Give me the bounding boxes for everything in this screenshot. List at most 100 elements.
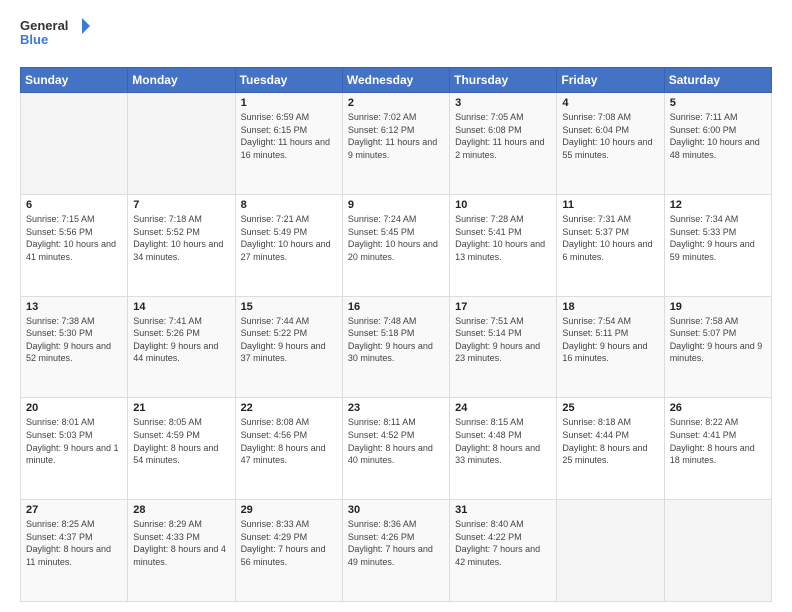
day-number: 24 [455, 402, 551, 414]
day-info: Sunrise: 7:02 AMSunset: 6:12 PMDaylight:… [348, 111, 444, 161]
day-of-week-header: Monday [128, 68, 235, 93]
day-number: 14 [133, 301, 229, 313]
day-number: 29 [241, 504, 337, 516]
calendar-week-row: 20 Sunrise: 8:01 AMSunset: 5:03 PMDayligh… [21, 398, 772, 500]
day-number: 4 [562, 97, 658, 109]
calendar-cell: 16Sunrise: 7:48 AMSunset: 5:18 PMDayligh… [342, 296, 449, 398]
logo: General Blue [20, 16, 90, 57]
calendar-cell: 21 Sunrise: 8:05 AMSunset: 4:59 PMDayligh… [128, 398, 235, 500]
calendar-cell: 25 Sunrise: 8:18 AMSunset: 4:44 PMDayligh… [557, 398, 664, 500]
day-number: 28 [133, 504, 229, 516]
day-info: Sunrise: 8:15 AMSunset: 4:48 PMDaylight:… [455, 416, 551, 466]
day-info: Sunrise: 8:08 AMSunset: 4:56 PMDaylight:… [241, 416, 337, 466]
calendar-cell: 29 Sunrise: 8:33 AMSunset: 4:29 PMDayligh… [235, 500, 342, 602]
calendar-cell: 14 Sunrise: 7:41 AMSunset: 5:26 PMDayligh… [128, 296, 235, 398]
calendar-cell: 7Sunrise: 7:18 AMSunset: 5:52 PMDaylight… [128, 194, 235, 296]
calendar-table: SundayMondayTuesdayWednesdayThursdayFrid… [20, 67, 772, 602]
day-number: 17 [455, 301, 551, 313]
day-of-week-header: Thursday [450, 68, 557, 93]
calendar-cell: 24 Sunrise: 8:15 AMSunset: 4:48 PMDayligh… [450, 398, 557, 500]
calendar-cell: 10Sunrise: 7:28 AMSunset: 5:41 PMDayligh… [450, 194, 557, 296]
calendar-cell: 3Sunrise: 7:05 AMSunset: 6:08 PMDaylight… [450, 93, 557, 195]
calendar-cell: 1 Sunrise: 6:59 AMSunset: 6:15 PMDaylight… [235, 93, 342, 195]
calendar-header-row: SundayMondayTuesdayWednesdayThursdayFrid… [21, 68, 772, 93]
calendar-cell: 13Sunrise: 7:38 AMSunset: 5:30 PMDayligh… [21, 296, 128, 398]
calendar-cell: 4 Sunrise: 7:08 AMSunset: 6:04 PMDaylight… [557, 93, 664, 195]
day-of-week-header: Wednesday [342, 68, 449, 93]
calendar-cell: 30 Sunrise: 8:36 AMSunset: 4:26 PMDayligh… [342, 500, 449, 602]
logo-svg: General Blue [20, 16, 90, 52]
day-info: Sunrise: 8:25 AMSunset: 4:37 PMDaylight:… [26, 518, 122, 568]
day-number: 7 [133, 199, 229, 211]
calendar-cell: 27 Sunrise: 8:25 AMSunset: 4:37 PMDayligh… [21, 500, 128, 602]
day-info: Sunrise: 8:11 AMSunset: 4:52 PMDaylight:… [348, 416, 444, 466]
page: General Blue SundayMondayTuesdayWednesda… [0, 0, 792, 612]
svg-text:General: General [20, 18, 68, 33]
day-info: Sunrise: 8:22 AMSunset: 4:41 PMDaylight:… [670, 416, 766, 466]
calendar-week-row: 6Sunrise: 7:15 AMSunset: 5:56 PMDaylight… [21, 194, 772, 296]
day-number: 3 [455, 97, 551, 109]
calendar-cell: 20 Sunrise: 8:01 AMSunset: 5:03 PMDayligh… [21, 398, 128, 500]
day-number: 8 [241, 199, 337, 211]
day-number: 12 [670, 199, 766, 211]
day-info: Sunrise: 7:44 AMSunset: 5:22 PMDaylight:… [241, 315, 337, 365]
calendar-cell [557, 500, 664, 602]
day-number: 15 [241, 301, 337, 313]
day-of-week-header: Sunday [21, 68, 128, 93]
calendar-cell: 17Sunrise: 7:51 AMSunset: 5:14 PMDayligh… [450, 296, 557, 398]
calendar-cell: 28 Sunrise: 8:29 AMSunset: 4:33 PMDayligh… [128, 500, 235, 602]
day-number: 13 [26, 301, 122, 313]
day-info: Sunrise: 8:05 AMSunset: 4:59 PMDaylight:… [133, 416, 229, 466]
day-number: 18 [562, 301, 658, 313]
day-info: Sunrise: 8:29 AMSunset: 4:33 PMDaylight:… [133, 518, 229, 568]
day-number: 20 [26, 402, 122, 414]
logo-text: General Blue [20, 16, 90, 57]
calendar-week-row: 1 Sunrise: 6:59 AMSunset: 6:15 PMDaylight… [21, 93, 772, 195]
day-number: 31 [455, 504, 551, 516]
day-number: 25 [562, 402, 658, 414]
day-of-week-header: Saturday [664, 68, 771, 93]
day-info: Sunrise: 7:41 AMSunset: 5:26 PMDaylight:… [133, 315, 229, 365]
day-number: 27 [26, 504, 122, 516]
calendar-cell [128, 93, 235, 195]
day-info: Sunrise: 6:59 AMSunset: 6:15 PMDaylight:… [241, 111, 337, 161]
calendar-week-row: 13Sunrise: 7:38 AMSunset: 5:30 PMDayligh… [21, 296, 772, 398]
day-number: 10 [455, 199, 551, 211]
day-info: Sunrise: 7:24 AMSunset: 5:45 PMDaylight:… [348, 213, 444, 263]
day-info: Sunrise: 8:01 AMSunset: 5:03 PMDaylight:… [26, 416, 122, 466]
day-info: Sunrise: 7:34 AMSunset: 5:33 PMDaylight:… [670, 213, 766, 263]
day-number: 2 [348, 97, 444, 109]
day-number: 19 [670, 301, 766, 313]
calendar-cell: 18 Sunrise: 7:54 AMSunset: 5:11 PMDayligh… [557, 296, 664, 398]
day-info: Sunrise: 8:36 AMSunset: 4:26 PMDaylight:… [348, 518, 444, 568]
calendar-cell: 23 Sunrise: 8:11 AMSunset: 4:52 PMDayligh… [342, 398, 449, 500]
day-info: Sunrise: 7:08 AMSunset: 6:04 PMDaylight:… [562, 111, 658, 161]
calendar-cell: 22Sunrise: 8:08 AMSunset: 4:56 PMDayligh… [235, 398, 342, 500]
calendar-cell: 9Sunrise: 7:24 AMSunset: 5:45 PMDaylight… [342, 194, 449, 296]
day-of-week-header: Friday [557, 68, 664, 93]
day-number: 23 [348, 402, 444, 414]
calendar-cell: 8 Sunrise: 7:21 AMSunset: 5:49 PMDaylight… [235, 194, 342, 296]
calendar-cell: 19Sunrise: 7:58 AMSunset: 5:07 PMDayligh… [664, 296, 771, 398]
calendar-cell: 6Sunrise: 7:15 AMSunset: 5:56 PMDaylight… [21, 194, 128, 296]
day-info: Sunrise: 7:54 AMSunset: 5:11 PMDaylight:… [562, 315, 658, 365]
day-number: 1 [241, 97, 337, 109]
calendar-cell: 2 Sunrise: 7:02 AMSunset: 6:12 PMDaylight… [342, 93, 449, 195]
header: General Blue [20, 16, 772, 57]
day-number: 5 [670, 97, 766, 109]
svg-text:Blue: Blue [20, 32, 48, 47]
calendar-cell: 5Sunrise: 7:11 AMSunset: 6:00 PMDaylight… [664, 93, 771, 195]
day-number: 16 [348, 301, 444, 313]
calendar-cell [664, 500, 771, 602]
day-info: Sunrise: 8:18 AMSunset: 4:44 PMDaylight:… [562, 416, 658, 466]
day-info: Sunrise: 7:15 AMSunset: 5:56 PMDaylight:… [26, 213, 122, 263]
day-number: 26 [670, 402, 766, 414]
day-number: 11 [562, 199, 658, 211]
day-info: Sunrise: 8:40 AMSunset: 4:22 PMDaylight:… [455, 518, 551, 568]
calendar-cell: 12 Sunrise: 7:34 AMSunset: 5:33 PMDayligh… [664, 194, 771, 296]
day-info: Sunrise: 8:33 AMSunset: 4:29 PMDaylight:… [241, 518, 337, 568]
day-number: 30 [348, 504, 444, 516]
day-info: Sunrise: 7:21 AMSunset: 5:49 PMDaylight:… [241, 213, 337, 263]
calendar-cell [21, 93, 128, 195]
day-number: 21 [133, 402, 229, 414]
